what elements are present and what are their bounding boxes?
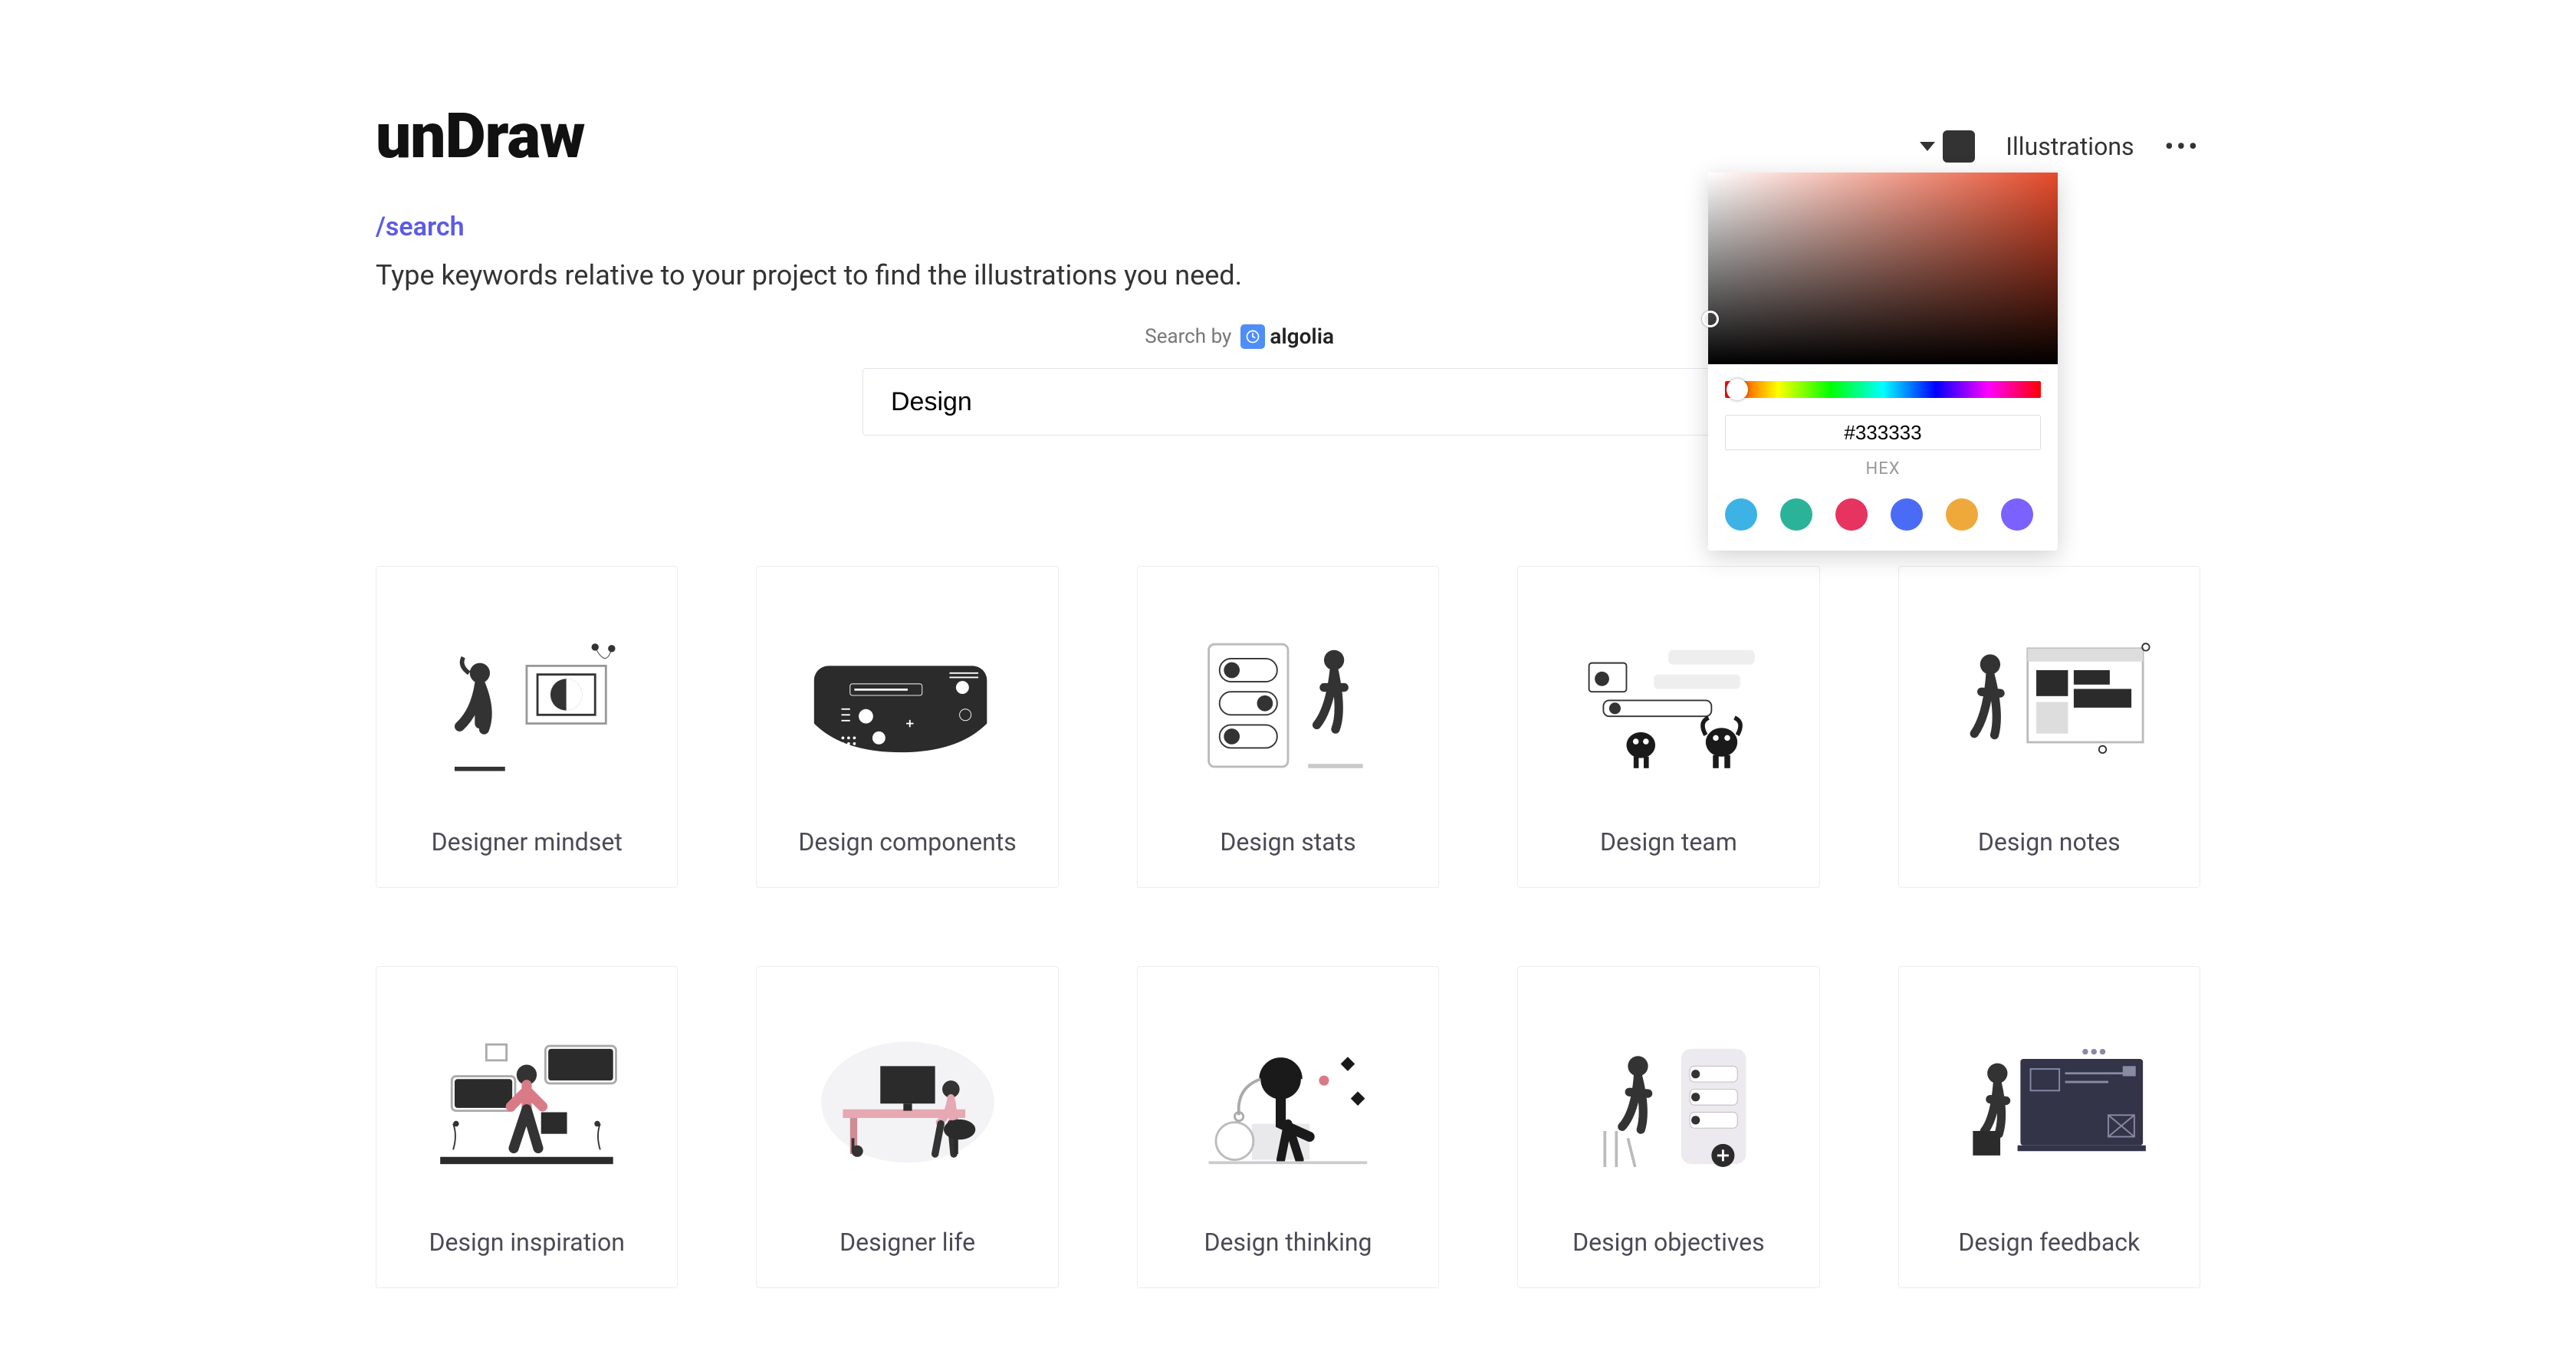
- illustration-thumbnail: [392, 597, 662, 806]
- illustration-title: Design notes: [1978, 827, 2121, 856]
- chevron-down-icon: [1920, 142, 1935, 151]
- illustration-card[interactable]: Designer mindset: [376, 566, 678, 888]
- algolia-text: algolia: [1270, 324, 1334, 349]
- current-color-swatch: [1943, 130, 1975, 163]
- illustration-title: Design components: [798, 827, 1016, 856]
- illustration-thumbnail: [392, 998, 662, 1206]
- nav-link-illustrations[interactable]: Illustrations: [2006, 132, 2134, 161]
- search-input[interactable]: [863, 368, 1714, 436]
- illustration-thumbnail: [772, 597, 1042, 806]
- search-attrib-prefix: Search by: [1145, 325, 1231, 348]
- color-picker-popover: HEX: [1708, 173, 2058, 551]
- illustration-grid: Designer mindset Design co: [376, 566, 2200, 1288]
- color-hex-label: HEX: [1866, 459, 1901, 478]
- color-preset-row: [1708, 495, 2058, 551]
- illustration-title: Design thinking: [1204, 1228, 1372, 1257]
- illustration-thumbnail: [1153, 597, 1423, 806]
- brand-logo[interactable]: unDraw: [376, 100, 1242, 173]
- illustration-card[interactable]: Design feedback: [1898, 966, 2200, 1288]
- color-preset-3[interactable]: [1891, 498, 1923, 531]
- color-sv-cursor[interactable]: [1702, 311, 1719, 327]
- color-hex-input[interactable]: [1725, 415, 2041, 450]
- illustration-card[interactable]: Design components: [756, 566, 1058, 888]
- illustration-card[interactable]: Design notes: [1898, 566, 2200, 888]
- illustration-thumbnail: [1533, 998, 1803, 1206]
- page-path: /search: [376, 212, 1242, 242]
- algolia-logo[interactable]: algolia: [1240, 324, 1334, 349]
- page-description: Type keywords relative to your project t…: [376, 259, 1242, 291]
- illustration-thumbnail: [1914, 597, 2184, 806]
- illustration-thumbnail: [772, 998, 1042, 1206]
- color-hue-cursor[interactable]: [1727, 379, 1748, 400]
- color-preset-2[interactable]: [1835, 498, 1868, 531]
- illustration-title: Designer life: [840, 1228, 975, 1257]
- illustration-card[interactable]: Design objectives: [1517, 966, 1819, 1288]
- nav-right: Illustrations •••: [1920, 100, 2200, 163]
- illustration-title: Design feedback: [1958, 1228, 2140, 1257]
- illustration-title: Design objectives: [1572, 1228, 1764, 1257]
- illustration-thumbnail: [1153, 998, 1423, 1206]
- algolia-icon: [1240, 324, 1265, 349]
- illustration-card[interactable]: Design inspiration: [376, 966, 678, 1288]
- illustration-title: Design stats: [1220, 827, 1355, 856]
- color-picker-trigger[interactable]: [1920, 130, 1975, 163]
- illustration-title: Design inspiration: [429, 1228, 625, 1257]
- illustration-thumbnail: [1914, 998, 2184, 1206]
- illustration-card[interactable]: Design thinking: [1137, 966, 1439, 1288]
- color-preset-5[interactable]: [2001, 498, 2033, 531]
- more-menu-icon[interactable]: •••: [2165, 132, 2201, 161]
- color-hue-slider[interactable]: [1725, 381, 2041, 398]
- illustration-thumbnail: [1533, 597, 1803, 806]
- illustration-title: Design team: [1600, 827, 1737, 856]
- illustration-card[interactable]: Designer life: [756, 966, 1058, 1288]
- header: unDraw /search Type keywords relative to…: [376, 0, 2200, 291]
- color-preset-1[interactable]: [1780, 498, 1812, 531]
- illustration-card[interactable]: Design team: [1517, 566, 1819, 888]
- color-preset-4[interactable]: [1946, 498, 1978, 531]
- color-saturation-value-area[interactable]: [1708, 173, 2058, 364]
- color-preset-0[interactable]: [1725, 498, 1757, 531]
- search-attribution: Search by algolia: [1145, 324, 1334, 349]
- illustration-title: Designer mindset: [432, 827, 623, 856]
- illustration-card[interactable]: Design stats: [1137, 566, 1439, 888]
